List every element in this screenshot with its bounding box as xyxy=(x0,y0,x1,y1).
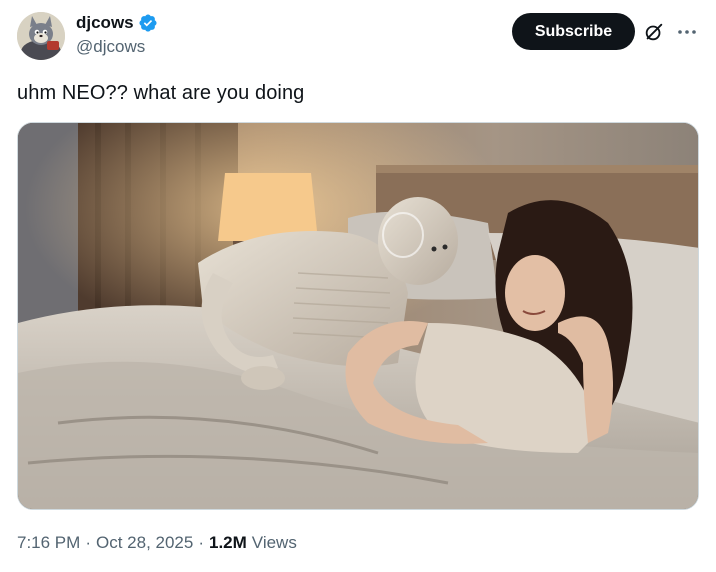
post-time[interactable]: 7:16 PM xyxy=(17,533,80,553)
post-date[interactable]: Oct 28, 2025 xyxy=(96,533,193,553)
author-handle[interactable]: @djcows xyxy=(76,37,145,57)
display-name[interactable]: djcows xyxy=(76,13,134,33)
cartoon-cat-avatar-icon xyxy=(17,12,65,60)
meta-separator: · xyxy=(198,533,204,552)
verified-badge-icon xyxy=(139,14,157,32)
views-label: Views xyxy=(251,533,297,552)
views-count: 1.2M xyxy=(209,533,247,552)
meta-separator: · xyxy=(85,533,91,552)
author-name-row[interactable]: djcows xyxy=(76,12,158,34)
bedroom-scene-image xyxy=(18,123,698,509)
tweet-meta: 7:16 PM · Oct 28, 2025 · 1.2M Views xyxy=(17,533,297,553)
ellipsis-icon[interactable] xyxy=(676,22,698,42)
tweet: djcows @djcows Subscribe uhm NEO?? what … xyxy=(0,0,716,572)
subscribe-button[interactable]: Subscribe xyxy=(512,13,635,50)
slashed-circle-icon[interactable] xyxy=(643,21,665,43)
post-image[interactable] xyxy=(17,122,699,510)
tweet-text: uhm NEO?? what are you doing xyxy=(17,82,305,104)
avatar[interactable] xyxy=(17,12,65,60)
